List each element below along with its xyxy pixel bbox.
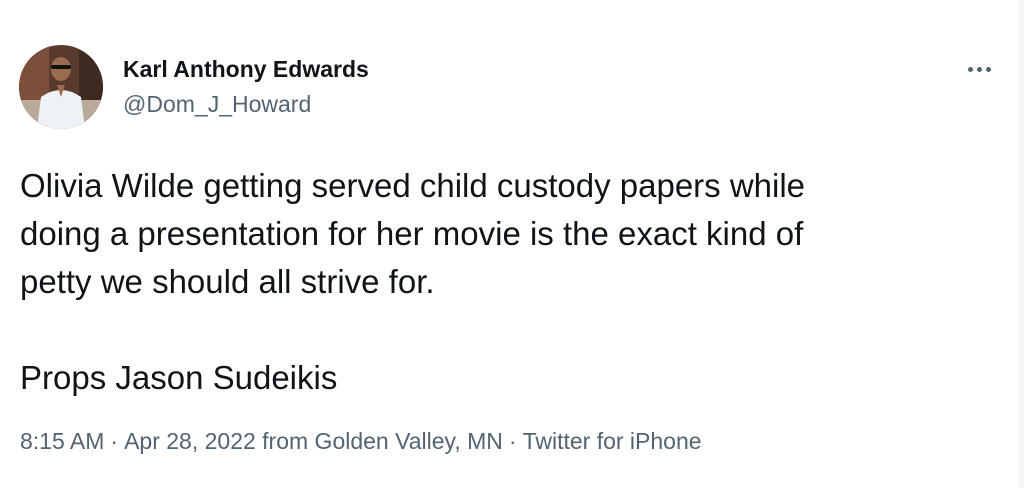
tweet-date: Apr 28, 2022 (124, 428, 256, 454)
tweet-closing-line: Props Jason Sudeikis (20, 359, 338, 396)
tweet-source-link[interactable]: Twitter for iPhone (523, 428, 702, 454)
tweet-location: from Golden Valley, MN (262, 428, 503, 454)
more-dot (967, 66, 973, 72)
tweet-text-line: Olivia Wilde getting served child custod… (20, 167, 806, 204)
separator: · (508, 428, 517, 454)
window-edge (1018, 0, 1024, 488)
author-display-name[interactable]: Karl Anthony Edwards (123, 56, 369, 83)
avatar[interactable] (19, 45, 103, 129)
tweet-timestamp[interactable]: 8:15 AM · Apr 28, 2022 (20, 428, 256, 454)
tweet-text-line: doing a presentation for her movie is th… (20, 215, 804, 252)
tweet-text-line: petty we should all strive for. (20, 263, 435, 300)
avatar-image (19, 45, 103, 129)
more-dot (985, 66, 991, 72)
tweet-metadata: 8:15 AM · Apr 28, 2022 from Golden Valley,… (20, 428, 702, 455)
more-options-icon[interactable] (962, 58, 996, 80)
more-dot (976, 66, 982, 72)
tweet-card: Karl Anthony Edwards @Dom_J_Howard Olivi… (0, 0, 1019, 488)
author-handle[interactable]: @Dom_J_Howard (123, 91, 311, 118)
tweet-text: Olivia Wilde getting served child custod… (20, 162, 995, 402)
separator: · (110, 428, 119, 454)
tweet-time: 8:15 AM (20, 428, 105, 454)
